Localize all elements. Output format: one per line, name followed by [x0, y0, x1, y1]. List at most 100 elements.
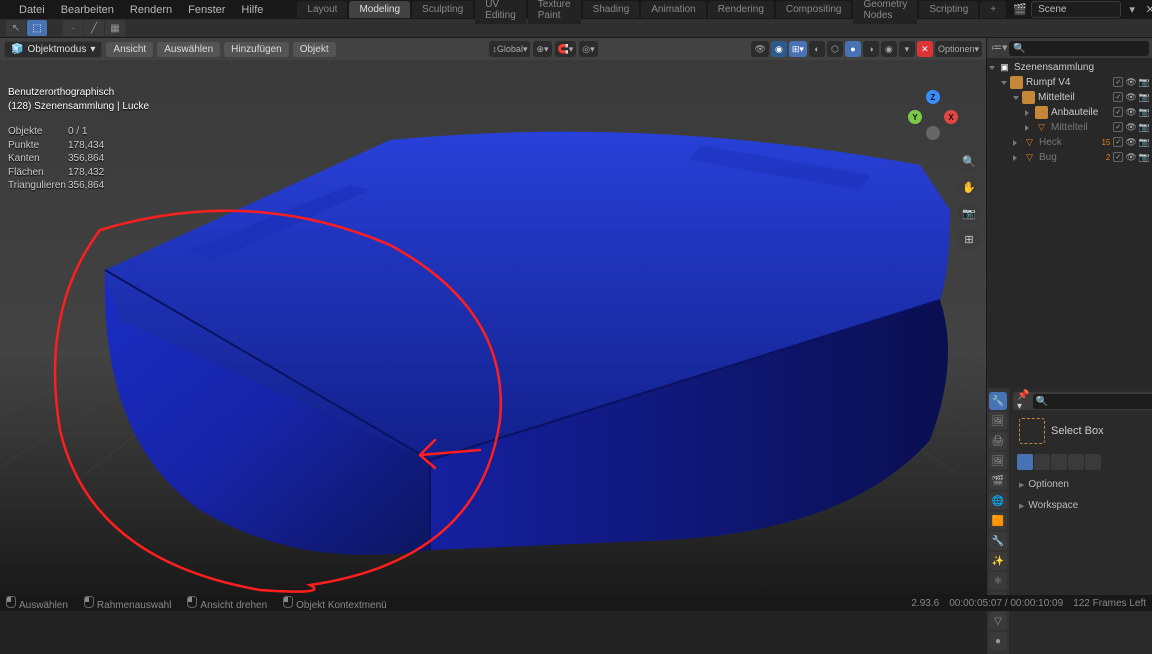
menu-help[interactable]: Hilfe	[234, 2, 270, 18]
tab-uv-editing[interactable]: UV Editing	[475, 0, 526, 24]
axis-x-icon[interactable]: X	[944, 110, 958, 124]
select-new-icon[interactable]	[1017, 454, 1033, 470]
props-pin-icon[interactable]: 📌▾	[1017, 390, 1029, 412]
snap-edge-icon[interactable]: ╱	[84, 20, 104, 36]
tab-particle[interactable]: ✨	[989, 552, 1007, 570]
tab-modeling[interactable]: Modeling	[349, 1, 410, 18]
3d-viewport[interactable]: 🧊Objektmodus▾ Ansicht Auswählen Hinzufüg…	[0, 38, 986, 595]
outliner-row-scene[interactable]: ▣ Szenensammlung	[987, 60, 1152, 75]
tab-texture-paint[interactable]: Texture Paint	[528, 0, 581, 24]
select-extend-icon[interactable]	[1034, 454, 1050, 470]
props-search-input[interactable]	[1033, 394, 1152, 409]
zoom-icon[interactable]: 🔍	[958, 150, 980, 172]
scene-browse-icon[interactable]: ▾	[1125, 3, 1139, 17]
pan-icon[interactable]: ✋	[958, 176, 980, 198]
scene-new-icon[interactable]: ✕	[1143, 3, 1152, 17]
viewport-canvas[interactable]: Benutzerorthographisch (128) Szenensamml…	[0, 60, 986, 595]
object-menu[interactable]: Objekt	[293, 42, 336, 57]
tab-animation[interactable]: Animation	[641, 1, 705, 18]
overlay-toggle[interactable]: ⊞▾	[789, 41, 807, 57]
gizmo-visibility[interactable]: 👁	[751, 41, 768, 57]
shading-matprev-icon[interactable]: ◑	[863, 41, 879, 57]
tab-object[interactable]: 🟧	[989, 512, 1007, 530]
outliner-row-bug[interactable]: ▽ Bug2 ✓👁📷	[987, 150, 1152, 165]
snap-face-icon[interactable]: ▦	[105, 20, 125, 36]
tab-viewlayer[interactable]: 🖼	[989, 452, 1007, 470]
snap-vert-icon[interactable]: ·	[63, 20, 83, 36]
menu-render[interactable]: Rendern	[123, 2, 179, 18]
mesh-hull-object[interactable]	[50, 110, 950, 580]
outliner-row-anbauteile[interactable]: Anbauteile ✓👁📷	[987, 105, 1152, 120]
add-menu[interactable]: Hinzufügen	[224, 42, 289, 57]
camera-icon[interactable]: 📷	[958, 202, 980, 224]
tab-geometry-nodes[interactable]: Geometry Nodes	[853, 0, 917, 24]
tab-render[interactable]: 🖼	[989, 412, 1007, 430]
status-time: 00:00:05:07 / 00:00:10:09	[949, 598, 1063, 609]
shading-dropdown[interactable]: ▾	[899, 41, 915, 57]
select-mode-icon[interactable]: ⬚	[27, 20, 47, 36]
menu-window[interactable]: Fenster	[181, 2, 232, 18]
tab-shading[interactable]: Shading	[583, 1, 640, 18]
tab-physics[interactable]: ⚛	[989, 572, 1007, 590]
tab-rendering[interactable]: Rendering	[708, 1, 774, 18]
tab-output[interactable]: 🖨	[989, 432, 1007, 450]
scene-name-input[interactable]	[1031, 1, 1121, 18]
select-invert-icon[interactable]	[1085, 454, 1101, 470]
xray-toggle[interactable]: ◐	[809, 41, 825, 57]
perspective-icon[interactable]: ⊞	[958, 228, 980, 250]
gizmo-toggle[interactable]: ◉	[771, 41, 787, 57]
visibility-icon[interactable]: 👁	[1125, 77, 1136, 88]
tab-material[interactable]: ●	[989, 632, 1007, 650]
outliner-tree[interactable]: ▣ Szenensammlung Rumpf V4 ✓👁📷 Mittelteil…	[987, 58, 1152, 388]
tab-layout[interactable]: Layout	[297, 1, 347, 18]
tab-compositing[interactable]: Compositing	[776, 1, 852, 18]
tab-tool[interactable]: 🔧	[989, 392, 1007, 410]
outliner-row-heck[interactable]: ▽ Heck15 ✓👁📷	[987, 135, 1152, 150]
tab-add[interactable]: +	[980, 1, 1006, 18]
outliner-search-input[interactable]	[1009, 41, 1149, 56]
lmb-drag-icon	[84, 596, 94, 608]
active-tool-row: Select Box	[1013, 414, 1152, 448]
tab-scripting[interactable]: Scripting	[919, 1, 978, 18]
tab-world[interactable]: 🌐	[989, 492, 1007, 510]
tab-modifier[interactable]: 🔧	[989, 532, 1007, 550]
viewport-overlay-stats: Benutzerorthographisch (128) Szenensamml…	[8, 86, 149, 193]
shading-rendered-icon[interactable]: ◉	[881, 41, 897, 57]
snap-toggle[interactable]: 🧲▾	[555, 41, 577, 57]
view-menu[interactable]: Ansicht	[106, 42, 153, 57]
mesh-object-icon: ▽	[1023, 136, 1036, 149]
select-menu[interactable]: Auswählen	[157, 42, 220, 57]
shading-solid-icon[interactable]: ●	[845, 41, 861, 57]
status-bar: Auswählen Rahmenauswahl Ansicht drehen O…	[0, 595, 1152, 611]
panel-options-disclosure[interactable]: Optionen	[1013, 476, 1152, 493]
options-dropdown[interactable]: Optionen ▾	[935, 41, 982, 57]
navigation-gizmo[interactable]: Z Y X	[908, 90, 958, 140]
mode-selector[interactable]: 🧊Objektmodus▾	[4, 41, 102, 58]
panel-workspace-disclosure[interactable]: Workspace	[1013, 497, 1152, 514]
lmb-icon	[6, 596, 16, 608]
render-icon[interactable]: 📷	[1139, 77, 1150, 88]
shading-wire-icon[interactable]: ⬡	[827, 41, 843, 57]
orientation-dropdown[interactable]: ↕ Global ▾	[489, 41, 530, 57]
axis-z-icon[interactable]: Z	[926, 90, 940, 104]
outliner-row-mittelteil-obj[interactable]: ▽ Mittelteil ✓👁📷	[987, 120, 1152, 135]
tab-sculpting[interactable]: Sculpting	[412, 1, 473, 18]
tab-scene[interactable]: 🎬	[989, 472, 1007, 490]
tab-data[interactable]: ▽	[989, 612, 1007, 630]
outliner-row-rumpf[interactable]: Rumpf V4 ✓👁📷	[987, 75, 1152, 90]
proportional-toggle[interactable]: ◎▾	[579, 41, 597, 57]
cursor-icon[interactable]: ↖	[6, 20, 26, 36]
menu-file[interactable]: Datei	[12, 2, 52, 18]
outliner-row-mittelteil-col[interactable]: Mittelteil ✓👁📷	[987, 90, 1152, 105]
axis-center-icon[interactable]	[926, 126, 940, 140]
mesh-object-icon: ▽	[1035, 121, 1048, 134]
outliner-display-icon[interactable]: ≔▾	[991, 41, 1005, 55]
select-box-tool-icon[interactable]	[1019, 418, 1045, 444]
axis-y-icon[interactable]: Y	[908, 110, 922, 124]
select-subtract-icon[interactable]	[1051, 454, 1067, 470]
menu-edit[interactable]: Bearbeiten	[54, 2, 121, 18]
status-box: Rahmenauswahl	[84, 596, 172, 611]
close-region-icon[interactable]: ✕	[917, 41, 933, 57]
select-intersect-icon[interactable]	[1068, 454, 1084, 470]
pivot-dropdown[interactable]: ⊕▾	[533, 41, 551, 57]
